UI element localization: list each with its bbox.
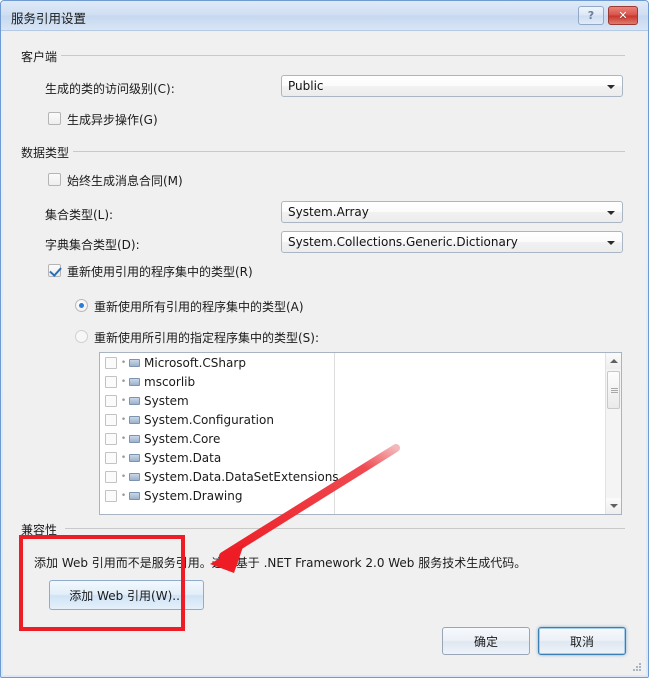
- assembly-checkbox[interactable]: [105, 470, 117, 483]
- assembly-name: System.Data.DataSetExtensions: [144, 469, 339, 484]
- assembly-name: System.Data: [144, 450, 222, 465]
- assembly-checkbox[interactable]: [105, 489, 117, 502]
- assembly-checkbox[interactable]: [105, 375, 117, 388]
- list-item[interactable]: • System.Core: [100, 429, 621, 448]
- assembly-checkbox[interactable]: [105, 394, 117, 407]
- expand-icon[interactable]: •: [119, 491, 128, 501]
- ok-button[interactable]: 确定: [442, 627, 530, 655]
- close-icon: ✕: [618, 9, 628, 22]
- caret-up-icon: [610, 359, 618, 363]
- generate-async-operations-label[interactable]: 生成异步操作(G): [67, 111, 158, 128]
- assembly-icon: [128, 376, 141, 387]
- caret-down-icon: [610, 504, 618, 508]
- assembly-icon: [128, 357, 141, 368]
- assembly-icon: [128, 471, 141, 482]
- assembly-name: System: [144, 393, 189, 408]
- scroll-up-button[interactable]: [606, 353, 621, 369]
- assembly-name: Microsoft.CSharp: [144, 355, 246, 370]
- assembly-name: System.Configuration: [144, 412, 274, 427]
- group-separator-client: [55, 55, 625, 56]
- add-web-reference-label: 添加 Web 引用(W)...: [69, 588, 184, 603]
- group-label-compatibility: 兼容性: [17, 521, 62, 538]
- reuse-specified-assemblies-label[interactable]: 重新使用所引用的指定程序集中的类型(S):: [94, 329, 319, 346]
- close-button[interactable]: ✕: [608, 6, 638, 25]
- expand-icon[interactable]: •: [119, 358, 128, 368]
- assembly-icon: [128, 395, 141, 406]
- access-level-label: 生成的类的访问级别(C):: [45, 82, 175, 96]
- reuse-all-referenced-assemblies-radio[interactable]: [75, 299, 88, 312]
- assembly-name: System.Core: [144, 431, 221, 446]
- list-item[interactable]: • System.Drawing: [100, 486, 621, 505]
- service-reference-settings-dialog: 服务引用设置 ? ✕ 客户端 生成的类的访问级别(C): Public 生成异步…: [0, 0, 649, 678]
- collection-type-label: 集合类型(L):: [45, 208, 114, 222]
- referenced-assemblies-listbox[interactable]: • Microsoft.CSharp • mscorlib • System • System…: [99, 352, 622, 515]
- window-title: 服务引用设置: [11, 11, 87, 26]
- group-separator-compatibility: [65, 528, 625, 529]
- reuse-types-label[interactable]: 重新使用引用的程序集中的类型(R): [67, 263, 253, 280]
- collection-type-value: System.Array: [288, 205, 369, 219]
- expand-icon[interactable]: •: [119, 434, 128, 444]
- assembly-icon: [128, 433, 141, 444]
- assembly-name: System.Drawing: [144, 488, 243, 503]
- collection-type-combobox[interactable]: System.Array: [281, 201, 623, 223]
- scrollbar-thumb[interactable]: [607, 371, 620, 409]
- title-bar[interactable]: 服务引用设置 ? ✕: [1, 1, 648, 31]
- assembly-icon: [128, 490, 141, 501]
- assembly-icon: [128, 414, 141, 425]
- scroll-down-button[interactable]: [606, 498, 621, 514]
- ok-button-label: 确定: [473, 634, 498, 649]
- access-level-value: Public: [288, 79, 324, 93]
- scrollbar-grip-icon: [611, 388, 618, 393]
- assembly-icon: [128, 452, 141, 463]
- chevron-down-icon: [607, 85, 615, 89]
- list-item[interactable]: • System.Data.DataSetExtensions: [100, 467, 621, 486]
- list-item[interactable]: • mscorlib: [100, 372, 621, 391]
- dialog-content: 客户端 生成的类的访问级别(C): Public 生成异步操作(G) 数据类型 …: [3, 32, 646, 675]
- add-web-reference-button[interactable]: 添加 Web 引用(W)...: [49, 580, 204, 610]
- group-label-data-types: 数据类型: [17, 144, 74, 161]
- assembly-checkbox[interactable]: [105, 356, 117, 369]
- assembly-name: mscorlib: [144, 374, 196, 389]
- dictionary-collection-type-value: System.Collections.Generic.Dictionary: [288, 235, 518, 249]
- generate-async-operations-checkbox[interactable]: [48, 112, 61, 125]
- assembly-checkbox[interactable]: [105, 432, 117, 445]
- expand-icon[interactable]: •: [119, 472, 128, 482]
- assembly-checkbox[interactable]: [105, 451, 117, 464]
- resize-grip[interactable]: [631, 661, 641, 671]
- compatibility-description: 添加 Web 引用而不是服务引用。这将基于 .NET Framework 2.0…: [34, 556, 527, 570]
- always-generate-message-contracts-label[interactable]: 始终生成消息合同(M): [67, 172, 183, 189]
- reuse-specified-assemblies-radio[interactable]: [75, 330, 88, 343]
- expand-icon[interactable]: •: [119, 415, 128, 425]
- group-separator-data-types: [65, 151, 625, 152]
- cancel-button[interactable]: 取消: [538, 627, 626, 655]
- list-item[interactable]: • System: [100, 391, 621, 410]
- dictionary-collection-type-combobox[interactable]: System.Collections.Generic.Dictionary: [281, 231, 623, 253]
- list-item[interactable]: • System.Data: [100, 448, 621, 467]
- dialog-client-area: 客户端 生成的类的访问级别(C): Public 生成异步操作(G) 数据类型 …: [3, 32, 646, 675]
- always-generate-message-contracts-checkbox[interactable]: [48, 173, 61, 186]
- assembly-list: • Microsoft.CSharp • mscorlib • System • System…: [100, 353, 621, 505]
- access-level-combobox[interactable]: Public: [281, 75, 623, 97]
- group-label-client: 客户端: [17, 48, 62, 65]
- cancel-button-label: 取消: [569, 634, 594, 649]
- list-item[interactable]: • System.Configuration: [100, 410, 621, 429]
- help-button[interactable]: ?: [578, 6, 604, 25]
- chevron-down-icon: [607, 211, 615, 215]
- chevron-down-icon: [607, 241, 615, 245]
- expand-icon[interactable]: •: [119, 377, 128, 387]
- assembly-checkbox[interactable]: [105, 413, 117, 426]
- list-item[interactable]: • Microsoft.CSharp: [100, 353, 621, 372]
- listbox-vertical-scrollbar[interactable]: [605, 353, 621, 514]
- expand-icon[interactable]: •: [119, 396, 128, 406]
- dictionary-collection-type-label: 字典集合类型(D):: [45, 238, 140, 252]
- question-mark-icon: ?: [587, 9, 595, 22]
- reuse-all-referenced-assemblies-label[interactable]: 重新使用所有引用的程序集中的类型(A): [94, 298, 304, 315]
- expand-icon[interactable]: •: [119, 453, 128, 463]
- reuse-types-checkbox[interactable]: [48, 264, 61, 277]
